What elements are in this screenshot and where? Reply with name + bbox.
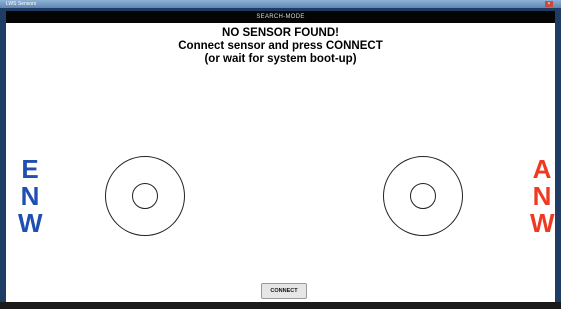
left-sensor-label: E N W bbox=[18, 154, 43, 238]
message-line-3: (or wait for system boot-up) bbox=[204, 53, 357, 65]
left-sensor-center bbox=[132, 183, 158, 209]
main-panel: NO SENSOR FOUND! Connect sensor and pres… bbox=[6, 23, 555, 302]
message-line-1: NO SENSOR FOUND! bbox=[222, 27, 339, 39]
right-sensor-indicator bbox=[383, 156, 463, 236]
left-letter-1: E bbox=[21, 154, 39, 184]
left-sensor-indicator bbox=[105, 156, 185, 236]
right-letter-2: N bbox=[532, 181, 552, 211]
right-letter-3: W bbox=[530, 208, 555, 238]
status-message: NO SENSOR FOUND! Connect sensor and pres… bbox=[6, 27, 555, 66]
window-titlebar: LWS Sensors × bbox=[0, 0, 561, 8]
close-icon[interactable]: × bbox=[545, 1, 553, 7]
right-sensor-label: A N W bbox=[530, 154, 555, 238]
right-sensor-center bbox=[410, 183, 436, 209]
message-line-2: Connect sensor and press CONNECT bbox=[178, 40, 383, 52]
left-letter-2: N bbox=[20, 181, 40, 211]
mode-bar: SEARCH-MODE bbox=[6, 11, 555, 23]
left-letter-3: W bbox=[18, 208, 43, 238]
connect-button[interactable]: CONNECT bbox=[261, 283, 307, 299]
window-title: LWS Sensors bbox=[6, 1, 37, 7]
right-letter-1: A bbox=[532, 154, 552, 184]
mode-label: SEARCH-MODE bbox=[256, 14, 305, 20]
taskbar-strip bbox=[0, 302, 561, 309]
